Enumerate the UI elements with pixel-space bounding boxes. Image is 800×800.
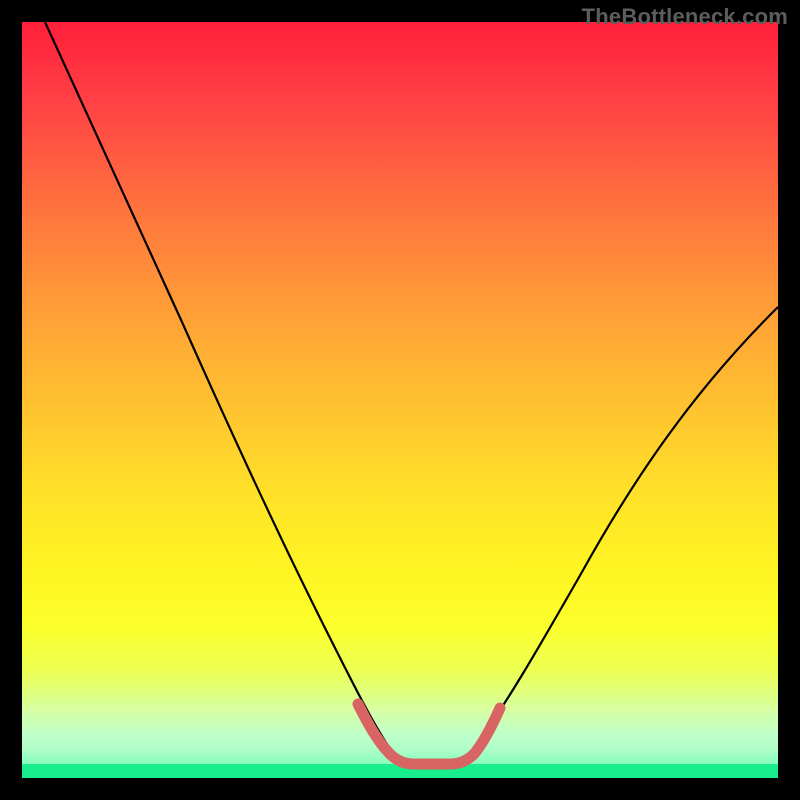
plot-area	[22, 22, 778, 778]
chart-stage: TheBottleneck.com	[0, 0, 800, 800]
optimal-range-marker	[358, 704, 500, 764]
curve-layer	[22, 22, 778, 778]
watermark-text: TheBottleneck.com	[582, 4, 788, 30]
bottleneck-curve	[45, 22, 778, 764]
